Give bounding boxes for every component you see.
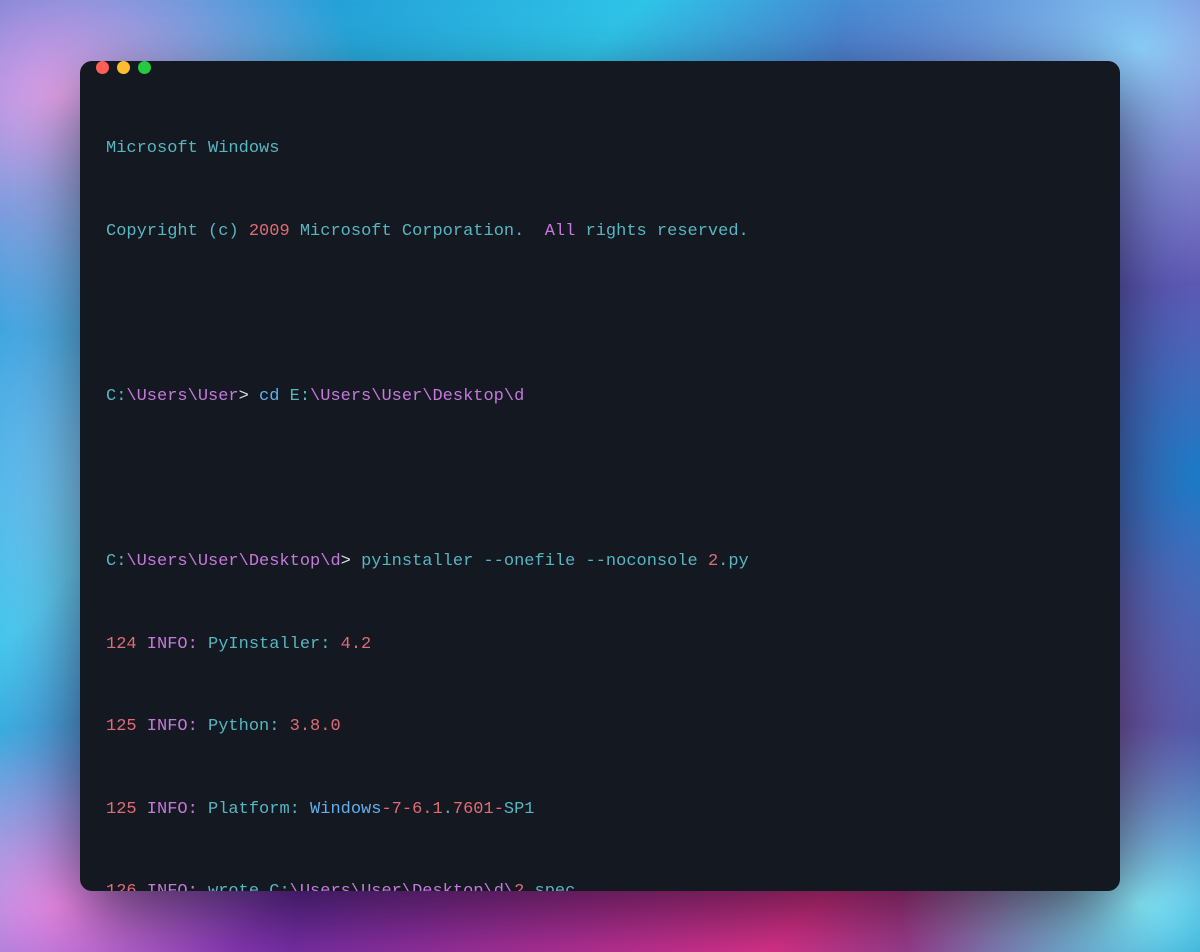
close-icon[interactable] [96, 61, 109, 74]
output-line: 126 INFO: wrote C:\Users\User\Desktop\d\… [106, 878, 1094, 891]
output-line: 125 INFO: Platform: Windows-7-6.1.7601-S… [106, 796, 1094, 824]
prompt-line-1: C:\Users\User> cd E:\Users\User\Desktop\… [106, 383, 1094, 411]
output-line: 124 INFO: PyInstaller: 4.2 [106, 631, 1094, 659]
blank-line [106, 300, 1094, 328]
title-bar [80, 61, 1120, 74]
output-line: 125 INFO: Python: 3.8.0 [106, 713, 1094, 741]
minimize-icon[interactable] [117, 61, 130, 74]
header-line-1: Microsoft Windows [106, 135, 1094, 163]
prompt-line-2: C:\Users\User\Desktop\d> pyinstaller --o… [106, 548, 1094, 576]
terminal-body[interactable]: Microsoft Windows Copyright (c) 2009 Mic… [80, 74, 1120, 891]
maximize-icon[interactable] [138, 61, 151, 74]
terminal-window: Microsoft Windows Copyright (c) 2009 Mic… [80, 61, 1120, 891]
blank-line [106, 465, 1094, 493]
header-line-2: Copyright (c) 2009 Microsoft Corporation… [106, 218, 1094, 246]
